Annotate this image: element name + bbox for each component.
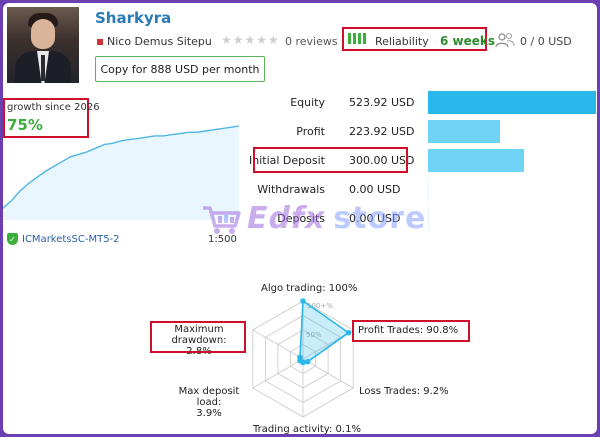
radar-shape [299,299,350,364]
radar-chart: 100+%50% [252,298,354,418]
stat-value: 0.00 USD [349,183,401,196]
reliability-weeks: 6 weeks [440,34,496,48]
max-drawdown-highlight [150,321,246,353]
stat-label: Equity [290,96,325,109]
subscribers-value: 0 / 0 USD [520,35,572,48]
stat-value: 523.92 USD [349,96,415,109]
avatar[interactable] [7,7,79,83]
rating-stars-icon: ★★★★★ [221,33,280,47]
watermark-logo: Edfx store [201,201,426,236]
watermark-brand: Edfx [247,201,326,236]
initial-deposit-highlight [253,147,408,173]
verified-shield-icon: ✓ [7,233,18,245]
stat-bar [428,178,429,201]
stat-label: Profit [296,125,325,138]
broker-server[interactable]: ✓ ICMarketsSC-MT5-2 [7,233,120,245]
profit-trades-highlight [352,320,470,342]
growth-value: 75% [7,116,43,134]
stat-value: 223.92 USD [349,125,415,138]
growth-label: growth since 2026 [7,102,100,113]
radar-point [297,354,303,361]
watermark-suffix: store [333,201,427,236]
signal-card: Sharkyra Nico Demus Sitepu ★★★★★ 0 revie… [3,3,597,434]
reliability-label: Reliability [375,35,429,48]
radar-label-algo-trading: Algo trading: 100% [261,283,358,294]
radar-label-loss-trades: Loss Trades: 9.2% [359,386,449,397]
radar-label-max-deposit-load: Max deposit load: 3.9% [166,386,252,419]
owner-name[interactable]: Nico Demus Sitepu [107,35,212,48]
stat-bar [428,91,596,114]
cart-logo-icon [203,205,241,234]
max-deposit-load-label: Max deposit load: [178,386,240,408]
subscribers-icon [495,32,515,48]
reliability-bars-icon [348,33,366,44]
radar-point [300,298,306,304]
signal-title[interactable]: Sharkyra [95,9,171,27]
radar-point [345,329,352,336]
max-deposit-load-value: 3.9% [196,408,222,419]
country-flag-icon [97,39,103,45]
copy-subscribe-button[interactable]: Copy for 888 USD per month [95,56,265,82]
stat-label: Withdrawals [257,183,325,196]
stat-bar [428,120,500,143]
broker-name[interactable]: ICMarketsSC-MT5-2 [22,234,120,245]
stat-bar [428,149,524,172]
stat-bar [428,207,429,230]
radar-label-trading-activity: Trading activity: 0.1% [253,424,361,434]
reviews-count[interactable]: 0 reviews [285,35,338,48]
